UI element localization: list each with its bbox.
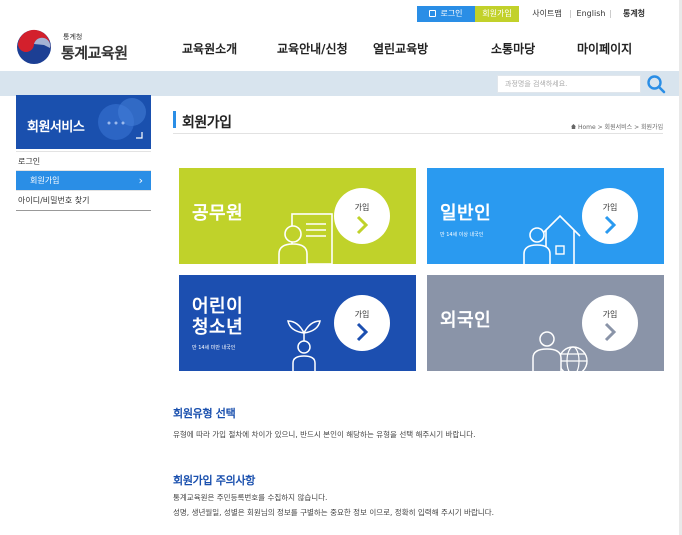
child-sprout-icon [287, 320, 321, 371]
sidebar-title: 회원서비스 [27, 120, 85, 135]
chat-bubble-icon [98, 98, 146, 140]
kostat-link[interactable]: 통계청 [612, 6, 656, 22]
nav-mypage[interactable]: 마이페이지 [577, 40, 632, 57]
card-subtitle: 만 14세 이상 내국인 [440, 232, 484, 238]
logo-org-text: 통계청 [63, 33, 83, 41]
search-input[interactable]: 과정명을 검색하세요. [497, 75, 641, 93]
section-title-member-type: 회원유형 선택 [173, 407, 236, 420]
utility-bar: 로그인 회원가입 사이트맵 English 통계청 [0, 6, 682, 22]
section-text: 유형에 따라 가입 절차에 차이가 있으니, 반드시 본인이 해당하는 유형을 … [173, 430, 476, 439]
join-button[interactable]: 가입 [334, 188, 390, 244]
title-accent-bar [173, 111, 176, 128]
member-card-child[interactable]: 어린이 청소년 만 14세 미만 내국인 가입 [179, 275, 416, 371]
person-globe-icon [532, 331, 588, 371]
chevron-right-icon: › [138, 174, 143, 187]
title-divider [173, 133, 663, 134]
chevron-right-icon [356, 322, 369, 342]
chevron-right-icon [356, 215, 369, 235]
section-title-notice: 회원가입 주의사항 [173, 474, 256, 487]
english-link[interactable]: English [572, 6, 610, 22]
nav-open-room[interactable]: 열린교육방 [373, 40, 428, 57]
nav-intro[interactable]: 교육원소개 [182, 40, 237, 57]
divider [570, 10, 571, 18]
section-text: 통계교육원은 주민등록번호를 수집하지 않습니다. [173, 493, 328, 502]
sidebar-item-login[interactable]: 로그인 [16, 151, 151, 171]
page-title: 회원가입 [182, 115, 232, 131]
join-button[interactable]: 가입 [334, 295, 390, 351]
section-text: 성명, 생년월일, 성별은 회원님의 정보를 구별하는 중요한 정보 이므로, … [173, 508, 495, 517]
card-title-line1: 어린이 [192, 296, 244, 317]
member-card-general[interactable]: 일반인 만 14세 이상 내국인 가입 [427, 168, 664, 264]
join-button[interactable]: 가입 [582, 188, 638, 244]
logo-site-name[interactable]: 통계교육원 [61, 42, 128, 63]
join-button[interactable]: 가입 [582, 295, 638, 351]
member-card-foreigner[interactable]: 외국인 가입 [427, 275, 664, 371]
person-house-icon [523, 214, 581, 264]
card-title-line2: 청소년 [192, 317, 244, 338]
nav-education[interactable]: 교육안내/신청 [277, 40, 348, 57]
sidebar-header: 회원서비스 [16, 95, 151, 149]
lock-icon [429, 10, 437, 17]
breadcrumb: Home > 회원서비스 > 회원가입 [571, 122, 663, 131]
nav-community[interactable]: 소통마당 [491, 40, 535, 57]
sitemap-link[interactable]: 사이트맵 [524, 6, 570, 22]
chevron-right-icon [604, 215, 617, 235]
taegeuk-logo-icon[interactable] [14, 27, 54, 67]
divider [610, 10, 611, 18]
card-title: 외국인 [440, 310, 492, 331]
home-icon [571, 124, 576, 129]
login-link[interactable]: 로그인 [417, 6, 475, 22]
card-subtitle: 만 14세 미만 내국인 [192, 345, 236, 351]
chevron-right-icon [604, 322, 617, 342]
card-title: 일반인 [440, 203, 492, 224]
sidebar-item-join[interactable]: 회원가입 › [16, 171, 151, 191]
join-link[interactable]: 회원가입 [475, 6, 519, 22]
card-title: 공무원 [192, 203, 244, 224]
sidebar-menu: 로그인 회원가입 › 아이디/비밀번호 찾기 [16, 151, 151, 211]
sidebar-item-find-id[interactable]: 아이디/비밀번호 찾기 [16, 191, 151, 211]
member-card-official[interactable]: 공무원 가입 [179, 168, 416, 264]
search-icon[interactable] [645, 73, 667, 95]
